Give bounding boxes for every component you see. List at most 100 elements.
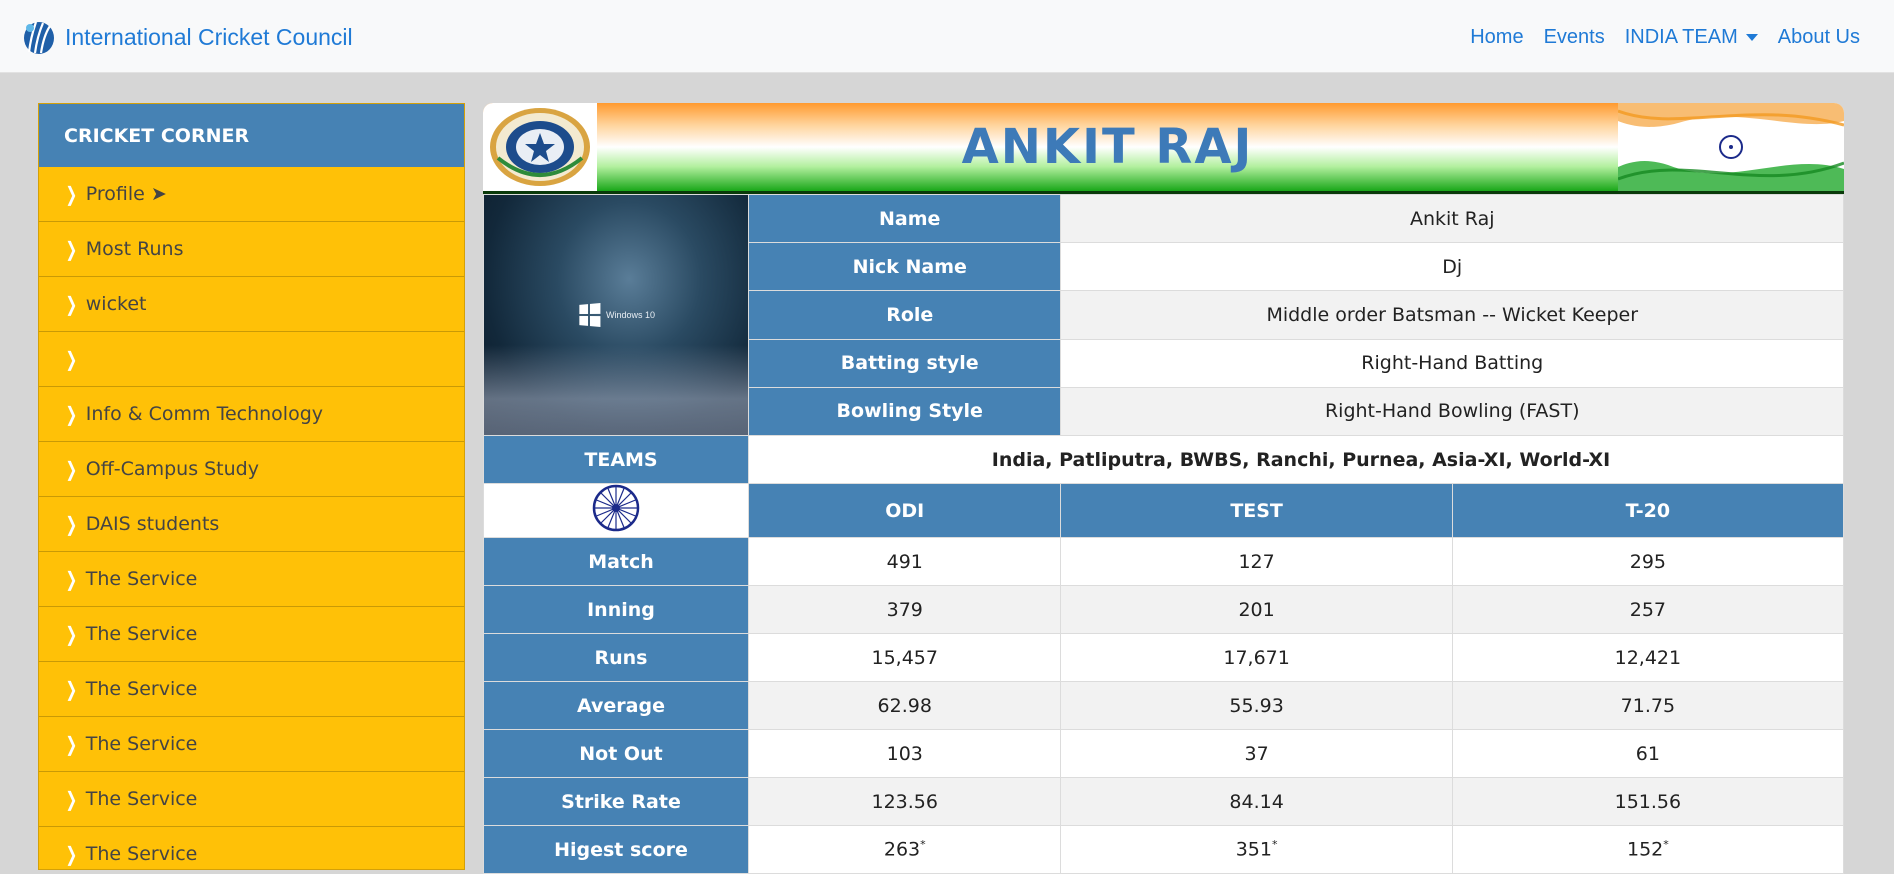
sidebar-item-label: Profile ➤: [85, 183, 167, 205]
detail-value: Middle order Batsman -- Wicket Keeper: [1060, 290, 1844, 340]
photo-caption: Windows 10: [606, 310, 656, 320]
sidebar-item-label: The Service: [85, 678, 198, 700]
ashoka-chakra-icon: [592, 484, 640, 532]
stat-test: 127: [1060, 537, 1453, 586]
player-photo-cell: Windows 10: [483, 194, 749, 436]
sidebar-item-service[interactable]: ❯ The Service: [39, 772, 464, 827]
sidebar-item-label: The Service: [85, 568, 198, 590]
chevron-right-icon: ❯: [65, 622, 78, 646]
sidebar-item-label: Off-Campus Study: [85, 458, 259, 480]
sidebar-item-ict[interactable]: ❯ Info & Comm Technology: [39, 387, 464, 442]
bcci-emblem: [483, 103, 597, 191]
chevron-right-icon: ❯: [65, 567, 78, 591]
stats-row: Higest score 263* 351* 152*: [483, 825, 1845, 874]
stat-value: 263: [883, 838, 921, 861]
detail-label: Bowling Style: [747, 386, 1062, 437]
stat-t20: 152*: [1451, 825, 1845, 874]
stat-test: 17,671: [1060, 633, 1453, 682]
stat-test: 84.14: [1060, 777, 1453, 826]
detail-value: Ankit Raj: [1060, 193, 1844, 244]
stat-odi: 103: [747, 729, 1062, 778]
stat-odi: 263*: [747, 825, 1062, 874]
sidebar-item-profile[interactable]: ❯ Profile ➤: [39, 167, 464, 222]
stat-odi: 379: [747, 585, 1062, 634]
stat-value: 152: [1626, 838, 1664, 861]
sidebar-title: CRICKET CORNER: [39, 104, 464, 167]
teams-row: TEAMS India, Patliputra, BWBS, Ranchi, P…: [483, 435, 1844, 484]
sidebar-item-service[interactable]: ❯ The Service: [39, 607, 464, 662]
stat-t20: 257: [1451, 585, 1845, 634]
detail-label: Name: [747, 193, 1062, 244]
detail-value: Right-Hand Batting: [1060, 338, 1844, 388]
sidebar-item-label: The Service: [85, 733, 198, 755]
stats-header-row: ODI TEST T-20: [483, 483, 1845, 538]
nav-events[interactable]: Events: [1534, 22, 1615, 52]
nav-india-team-dropdown[interactable]: INDIA TEAM: [1615, 22, 1768, 52]
sidebar-item-service[interactable]: ❯ The Service: [39, 717, 464, 772]
stat-test: 201: [1060, 585, 1453, 634]
emblem-icon: [490, 108, 590, 186]
sidebar-item-label: wicket: [85, 293, 147, 315]
chevron-right-icon: ❯: [65, 237, 78, 261]
player-banner-name: ANKIT RAJ: [961, 119, 1254, 175]
stat-label: Runs: [483, 633, 749, 682]
sidebar-item-off-campus[interactable]: ❯ Off-Campus Study: [39, 442, 464, 497]
sidebar: CRICKET CORNER ❯ Profile ➤ ❯ Most Runs ❯ wi…: [38, 103, 465, 870]
stat-t20: 12,421: [1451, 633, 1845, 682]
nav-about[interactable]: About Us: [1768, 22, 1870, 52]
stat-t20: 295: [1451, 537, 1845, 586]
stat-label: Match: [483, 537, 749, 586]
chevron-right-icon: ❯: [65, 787, 78, 811]
detail-label: Role: [747, 290, 1062, 340]
brand-link[interactable]: International Cricket Council: [22, 18, 353, 56]
nav-home[interactable]: Home: [1460, 22, 1533, 52]
player-stats-table: Windows 10 Name Ankit Raj Nick Name Dj R…: [483, 193, 1845, 874]
sidebar-item-service[interactable]: ❯ The Service: [39, 662, 464, 717]
not-out-mark: *: [1271, 838, 1278, 852]
stat-t20: 61: [1451, 729, 1845, 778]
top-navbar: International Cricket Council Home Event…: [0, 0, 1894, 73]
detail-label: Batting style: [747, 338, 1062, 388]
stat-odi: 491: [747, 537, 1062, 586]
column-header-odi: ODI: [747, 483, 1062, 538]
sidebar-item-label: Info & Comm Technology: [85, 403, 323, 425]
stat-test: 55.93: [1060, 681, 1453, 730]
sidebar-item-empty[interactable]: ❯: [39, 332, 464, 387]
stat-label: Not Out: [483, 729, 749, 778]
sidebar-item-wicket[interactable]: ❯ wicket: [39, 277, 464, 332]
stat-test: 37: [1060, 729, 1453, 778]
column-header-t20: T-20: [1451, 483, 1845, 538]
icc-logo-icon: [24, 21, 54, 54]
sidebar-item-service[interactable]: ❯ The Service: [39, 552, 464, 607]
detail-label: Nick Name: [747, 242, 1062, 292]
sidebar-item-service[interactable]: ❯ The Service: [39, 827, 464, 869]
stats-row: Inning 379 201 257: [483, 585, 1845, 634]
stat-label: Higest score: [483, 825, 749, 874]
stats-row: Not Out 103 37 61: [483, 729, 1845, 778]
stat-t20: 71.75: [1451, 681, 1845, 730]
sidebar-item-dais[interactable]: ❯ DAIS students: [39, 497, 464, 552]
sidebar-item-label: The Service: [85, 623, 198, 645]
detail-row: Windows 10 Name Ankit Raj: [483, 193, 1844, 436]
chevron-right-icon: ❯: [65, 457, 78, 481]
caret-down-icon: [1745, 33, 1758, 41]
stat-odi: 123.56: [747, 777, 1062, 826]
chevron-right-icon: ❯: [65, 512, 78, 536]
stat-value: 351: [1235, 838, 1272, 861]
sidebar-item-most-runs[interactable]: ❯ Most Runs: [39, 222, 464, 277]
sidebar-item-label: Most Runs: [85, 238, 184, 260]
nav-menu: Home Events INDIA TEAM About Us: [1460, 22, 1870, 52]
nav-india-team-label: INDIA TEAM: [1624, 26, 1738, 48]
waving-flag-icon: [1618, 103, 1844, 191]
stat-label: Inning: [483, 585, 749, 634]
stats-row: Average 62.98 55.93 71.75: [483, 681, 1845, 730]
column-header-test: TEST: [1060, 483, 1453, 538]
chevron-right-icon: ❯: [65, 347, 78, 371]
teams-value: India, Patliputra, BWBS, Ranchi, Purnea,…: [748, 435, 1844, 484]
sidebar-item-label: The Service: [85, 843, 198, 865]
sidebar-item-label: The Service: [85, 788, 198, 810]
stats-row: Runs 15,457 17,671 12,421: [483, 633, 1845, 682]
player-banner: ANKIT RAJ: [483, 103, 1844, 194]
stat-label: Average: [483, 681, 749, 730]
player-photo: Windows 10: [484, 195, 748, 435]
